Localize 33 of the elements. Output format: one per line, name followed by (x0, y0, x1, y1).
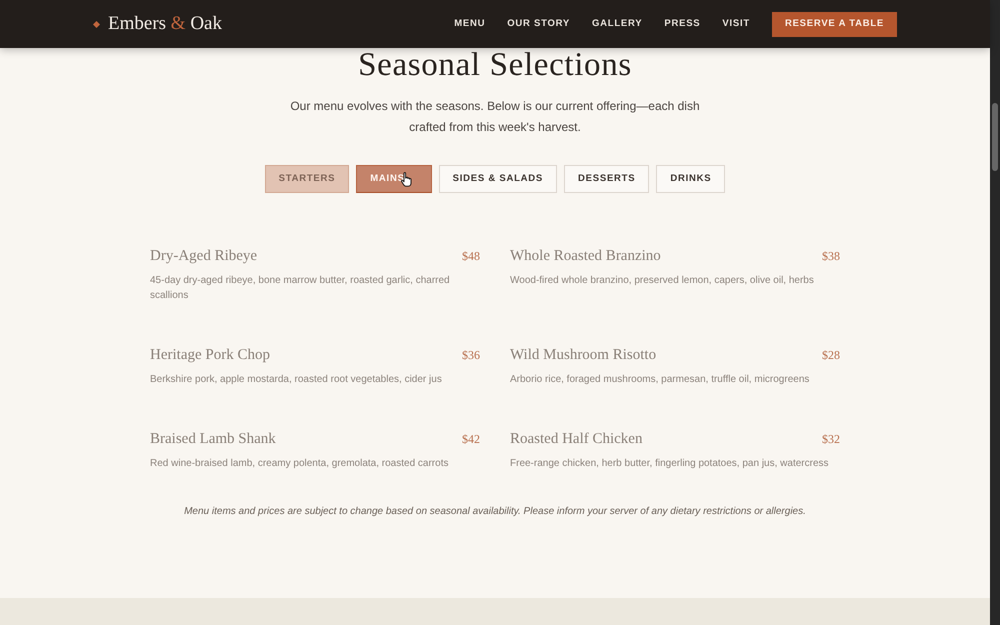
section-intro: Our menu evolves with the seasons. Below is our current offering—each dish crafted from this week's harvest. (289, 98, 701, 136)
dish-price: $36 (462, 347, 480, 364)
dish-name: Braised Lamb Shank (150, 430, 276, 449)
dish-name: Wild Mushroom Risotto (510, 346, 656, 365)
dish-name: Heritage Pork Chop (150, 346, 270, 365)
dish-description: Free-range chicken, herb butter, fingerling potatoes, pan jus, watercress (510, 457, 830, 471)
category-tab[interactable]: DESSERTS (564, 165, 650, 193)
dish-description: 45-day dry-aged ribeye, bone marrow butter, roasted garlic, charred scallions (150, 274, 451, 303)
dish-price: $28 (822, 347, 840, 364)
dish-name: Whole Roasted Branzino (510, 247, 661, 266)
category-tab[interactable]: SIDES & SALADS (438, 165, 558, 193)
scrollbar-thumb[interactable] (992, 103, 998, 171)
nav-link[interactable]: PRESS (664, 16, 700, 32)
dish-description: Arborio rice, foraged mushrooms, parmesan, truffle oil, microgreens (510, 373, 810, 387)
dish-description: Red wine-braised lamb, creamy polenta, gremolata, roasted carrots (150, 457, 450, 471)
nav-link[interactable]: OUR STORY (507, 16, 570, 32)
menu-disclaimer: Menu items and prices are subject to change based on seasonal availability. Please inform your server of any dietary restrictions or allergies. (184, 505, 806, 519)
dish-name: Roasted Half Chicken (510, 430, 642, 449)
nav-link[interactable]: GALLERY (592, 16, 642, 32)
dish-description: Wood-fired whole branzino, preserved lemon, capers, olive oil, herbs (510, 274, 815, 288)
brand-logo[interactable]: Embers & Oak (108, 10, 222, 38)
dish-price: $38 (822, 248, 840, 265)
section-title: Seasonal Selections (358, 46, 632, 84)
diamond-icon (93, 20, 100, 28)
reserve-table-button[interactable]: RESERVE A TABLE (772, 12, 897, 36)
category-tab[interactable]: DRINKS (656, 165, 726, 193)
dish-name: Dry-Aged Ribeye (150, 247, 258, 266)
dish-price: $48 (462, 248, 480, 265)
dish-price: $42 (462, 431, 480, 448)
nav-link[interactable]: VISIT (722, 16, 750, 32)
dish-description: Berkshire pork, apple mostarda, roasted root vegetables, cider jus (150, 373, 443, 387)
nav-link[interactable]: MENU (454, 16, 486, 32)
dish-price: $32 (822, 431, 840, 448)
